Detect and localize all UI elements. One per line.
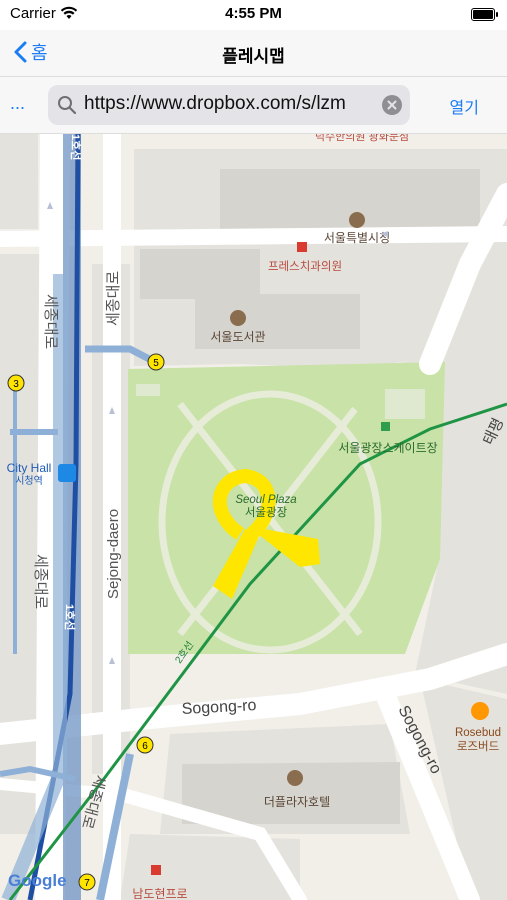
cafe-icon (471, 702, 489, 720)
map-canvas[interactable]: 3 5 6 7 덕수한의원 광화문점 서울특별시청 프레스치과의원 서울도서관 … (0, 134, 507, 900)
subway-station-icon (58, 464, 76, 482)
exit-5-label: 5 (153, 358, 159, 369)
sejong-daero-label-2: 세종대로 (42, 294, 59, 349)
city-hall-icon (349, 212, 365, 228)
skating-rink-label: 서울광장스케이트장 (338, 441, 437, 455)
line-1-top-label: 1호선 (69, 134, 83, 160)
rosebud-ko-label: 로즈버드 (457, 740, 499, 753)
sejong-daero-en-label: Sejong-daero (105, 509, 122, 599)
namdo-label: 남도현프로 (132, 887, 187, 900)
search-icon (58, 96, 77, 115)
page-title: 플레시맵 (222, 47, 285, 66)
line-1-label: 1호선 (63, 604, 77, 630)
url-field[interactable]: https://www.dropbox.com/s/lzm (48, 85, 410, 125)
city-hall-station-ko-label: 시청역 (15, 475, 43, 487)
exit-6-label: 6 (142, 741, 148, 752)
clinic-label: 프레스치과의원 (268, 259, 342, 273)
rink-icon (381, 422, 390, 431)
plaza-en-label: Seoul Plaza (235, 494, 296, 506)
status-bar: Carrier 4:55 PM (0, 0, 507, 30)
navigation-bar: 홈 플레시맵 (0, 30, 507, 77)
url-toolbar: ... https://www.dropbox.com/s/lzm 열기 (0, 77, 507, 134)
rosebud-label: Rosebud (455, 727, 501, 739)
sejong-daero-label-3: 세종대로 (32, 554, 49, 609)
hotel-icon (287, 770, 303, 786)
google-logo: Google (8, 871, 67, 890)
clear-icon[interactable] (382, 95, 402, 115)
battery-icon (471, 8, 498, 21)
plaza-hotel-label: 더플라자호텔 (264, 795, 330, 809)
clock: 4:55 PM (225, 5, 282, 22)
restaurant-icon (151, 865, 161, 875)
more-button[interactable]: ... (10, 93, 25, 114)
exit-7-label: 7 (84, 878, 90, 889)
top-poi-label: 덕수한의원 광화문점 (315, 134, 409, 143)
city-hall-label: 서울특별시청 (324, 231, 390, 245)
exit-3-label: 3 (13, 379, 19, 390)
library-icon (230, 310, 246, 326)
clinic-icon (297, 242, 307, 252)
url-text: https://www.dropbox.com/s/lzm (84, 93, 346, 114)
plaza-ko-label: 서울광장 (245, 506, 288, 519)
city-hall-station-label: City Hall (7, 461, 52, 475)
map-view[interactable]: 3 5 6 7 덕수한의원 광화문점 서울특별시청 프레스치과의원 서울도서관 … (0, 134, 507, 900)
open-button[interactable]: 열기 (450, 94, 479, 118)
library-label: 서울도서관 (210, 330, 265, 344)
sejong-daero-label-1: 세종대로 (105, 271, 122, 326)
